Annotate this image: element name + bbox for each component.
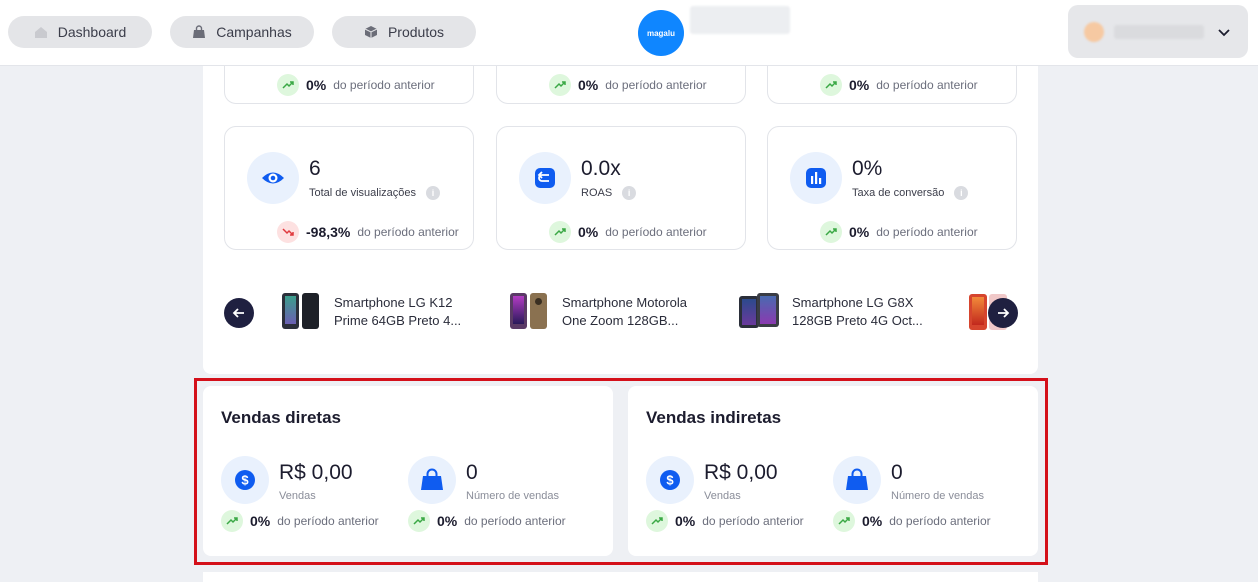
trend-value: -98,3% bbox=[306, 224, 351, 240]
arrow-right-icon bbox=[998, 308, 1010, 318]
highlight-box bbox=[194, 378, 1048, 565]
metric-label: Taxa de conversão bbox=[852, 187, 945, 199]
trend-up-icon bbox=[820, 221, 842, 243]
metric-value: 0.0x bbox=[581, 157, 621, 180]
product-image bbox=[280, 292, 322, 332]
metric-label: ROAS bbox=[581, 187, 613, 199]
store-name-blurred bbox=[690, 6, 790, 34]
trend-up-icon bbox=[820, 74, 842, 96]
trend-down-icon bbox=[277, 221, 299, 243]
trend-value: 0% bbox=[306, 77, 327, 93]
trend-text: do período anterior bbox=[333, 78, 435, 92]
metric-value: 0% bbox=[852, 157, 883, 180]
eye-icon bbox=[247, 152, 299, 204]
metric-card-roas: 0.0x ROAS i 0% do período anterior bbox=[496, 126, 746, 250]
metric-card-top-3: 0% do período anterior bbox=[767, 66, 1017, 104]
avatar bbox=[1084, 22, 1104, 42]
trend: 0% do período anterior bbox=[549, 221, 707, 243]
user-name-blurred bbox=[1114, 25, 1204, 39]
nav-products-button[interactable]: Produtos bbox=[332, 16, 476, 48]
trend: 0% do período anterior bbox=[820, 74, 978, 96]
arrow-left-icon bbox=[232, 308, 244, 318]
metric-label-row: Taxa de conversão i bbox=[852, 186, 969, 200]
product-image bbox=[508, 292, 550, 332]
trend: 0% do período anterior bbox=[277, 74, 435, 96]
metric-label-row: Total de visualizações i bbox=[309, 186, 441, 200]
trend-up-icon bbox=[549, 74, 571, 96]
metric-label-row: ROAS i bbox=[581, 186, 637, 200]
product-name: Smartphone LG G8X 128GB Preto 4G Oct... bbox=[792, 295, 923, 328]
brand-logo-text: magalu bbox=[646, 28, 675, 38]
nav-dashboard-label: Dashboard bbox=[57, 24, 127, 40]
trend: 0% do período anterior bbox=[820, 221, 978, 243]
trend-text: do período anterior bbox=[605, 225, 707, 239]
nav-dashboard-button[interactable]: Dashboard bbox=[8, 16, 152, 48]
trend-text: do período anterior bbox=[876, 78, 978, 92]
product-item[interactable]: Smartphone Motorola One Zoom 128GB... bbox=[508, 292, 697, 332]
trend-text: do período anterior bbox=[357, 225, 459, 239]
top-bar: Dashboard Campanhas Produtos magalu bbox=[0, 0, 1258, 66]
product-item[interactable]: Smartphone LG K12 Prime 64GB Preto 4... bbox=[280, 292, 469, 332]
metric-label: Total de visualizações bbox=[309, 187, 417, 199]
trend-value: 0% bbox=[849, 77, 870, 93]
info-icon[interactable]: i bbox=[622, 186, 637, 200]
metric-card-top-2: 0% do período anterior bbox=[496, 66, 746, 104]
chevron-down-icon bbox=[1218, 29, 1230, 37]
bar-chart-icon bbox=[790, 152, 842, 204]
product-item[interactable]: Smartphone LG G8X 128GB Preto 4G Oct... bbox=[738, 292, 927, 332]
product-name: Smartphone LG K12 Prime 64GB Preto 4... bbox=[334, 295, 462, 328]
trend: 0% do período anterior bbox=[549, 74, 707, 96]
user-menu[interactable] bbox=[1068, 5, 1248, 58]
home-icon bbox=[34, 27, 47, 38]
info-icon[interactable]: i bbox=[954, 186, 969, 200]
product-image bbox=[738, 292, 780, 332]
trend-value: 0% bbox=[578, 224, 599, 240]
product-name: Smartphone Motorola One Zoom 128GB... bbox=[562, 295, 688, 328]
trend: -98,3% do período anterior bbox=[277, 221, 459, 243]
carousel-next-button[interactable] bbox=[988, 298, 1018, 328]
metric-card-top-1: 0% do período anterior bbox=[224, 66, 474, 104]
metric-value: 6 bbox=[309, 157, 321, 180]
info-icon[interactable]: i bbox=[426, 186, 441, 200]
brand-logo[interactable]: magalu bbox=[638, 10, 684, 56]
roas-icon bbox=[519, 152, 571, 204]
nav-campaigns-button[interactable]: Campanhas bbox=[170, 16, 314, 48]
nav-campaigns-label: Campanhas bbox=[216, 24, 292, 40]
trend-text: do período anterior bbox=[605, 78, 707, 92]
trend-text: do período anterior bbox=[876, 225, 978, 239]
metric-card-conversion: 0% Taxa de conversão i 0% do período ant… bbox=[767, 126, 1017, 250]
trend-value: 0% bbox=[849, 224, 870, 240]
shopping-bag-icon bbox=[193, 25, 206, 38]
next-section-edge bbox=[203, 572, 1038, 582]
metric-card-views: 6 Total de visualizações i -98,3% do per… bbox=[224, 126, 474, 250]
carousel-prev-button[interactable] bbox=[224, 298, 254, 328]
trend-up-icon bbox=[549, 221, 571, 243]
box-icon bbox=[364, 26, 378, 38]
trend-up-icon bbox=[277, 74, 299, 96]
trend-value: 0% bbox=[578, 77, 599, 93]
nav-products-label: Produtos bbox=[387, 24, 445, 40]
